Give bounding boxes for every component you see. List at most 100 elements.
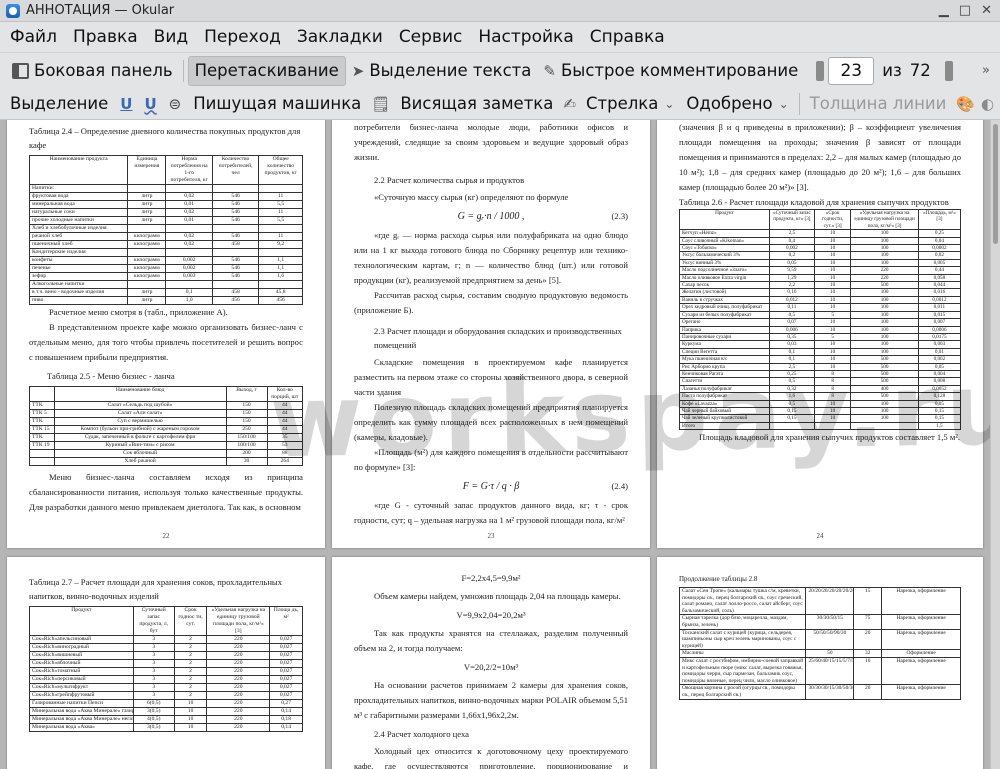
table-cell: 0,01: [165, 200, 213, 209]
table-cell: 100: [850, 295, 919, 305]
table-cell: 4(0,5): [132, 715, 175, 724]
table-cell: Рис Арборио крупа: [679, 362, 770, 371]
table-cell: 44: [266, 417, 303, 426]
table-cell: 500: [850, 362, 919, 371]
page-number: 24: [816, 532, 824, 540]
table-cell: 500: [850, 377, 919, 386]
page-number-input[interactable]: 23: [828, 56, 875, 85]
paragraph: Складские помещения в проектируемом кафе…: [354, 357, 628, 397]
table-cell: ТТК: [29, 417, 55, 426]
table-cell: ТТК 19: [29, 441, 55, 450]
menu-edit[interactable]: Правка: [65, 22, 146, 52]
opacity-icon[interactable]: ◐: [981, 95, 994, 113]
table-cell: 0,16: [768, 288, 815, 297]
table-cell: 100/100: [225, 441, 268, 450]
table-row: Хлеб ржаной 30 264: [29, 457, 303, 466]
menu-tools[interactable]: Сервис: [391, 22, 471, 52]
toolbar-overflow-icon[interactable]: »: [982, 63, 990, 78]
browse-mode-button[interactable]: Перетаскивание: [187, 55, 346, 86]
table-cell: ТТК 5: [29, 409, 55, 418]
table-cell: Кенчиковая Рагата: [679, 369, 770, 379]
menu-view[interactable]: Вид: [146, 22, 196, 52]
formula-2-4: F = G·τ / q · β (2.4): [332, 481, 650, 492]
vertical-scrollbar[interactable]: [990, 120, 1000, 769]
table-cell: 10: [813, 244, 852, 253]
table-cell: 0,027: [269, 691, 303, 700]
minimize-icon[interactable]: ▁: [939, 3, 949, 18]
underline-icon[interactable]: U: [120, 95, 132, 113]
scrollbar-thumb[interactable]: [993, 124, 998, 244]
table-cell: килограмм: [127, 240, 167, 249]
paragraph: Меню бизнес-ланча составляем исходя из п…: [29, 472, 303, 512]
paragraph: Полезную площадь складских помещений пре…: [354, 402, 628, 442]
stamp-button[interactable]: Одобрено ⌄: [680, 89, 794, 119]
maximize-icon[interactable]: □: [959, 3, 971, 18]
popup-note-button[interactable]: Висящая заметка: [394, 89, 559, 119]
menu-file[interactable]: Файл: [0, 22, 65, 52]
table-row: Панировочные сухари 0,35 5 100 0,0175: [679, 332, 962, 342]
page-24: (значения β и q приведены в приложении);…: [657, 120, 983, 548]
page-number: 23: [487, 532, 495, 540]
table-header: Продукт: [679, 208, 770, 231]
table-row: минеральная вода литр 0,01 546 5,5: [28, 200, 303, 209]
arrow-button[interactable]: Стрелка ⌄: [580, 89, 680, 119]
table-cell: 150: [225, 401, 268, 410]
squiggle-icon[interactable]: U: [144, 95, 156, 113]
table-row: Сок яблочный 200 88: [29, 449, 303, 458]
table-cell: 3: [132, 651, 175, 660]
table-cell: Чай черный байховый: [679, 406, 770, 416]
chevron-down-icon[interactable]: ⌄: [664, 97, 674, 111]
chevron-down-icon[interactable]: ⌄: [779, 97, 789, 111]
typewriter-button[interactable]: Пишущая машинка: [187, 89, 367, 119]
table-cell: Суп с вермишелью: [53, 417, 227, 426]
menu-help[interactable]: Справка: [582, 22, 673, 52]
table-row: Газированные напитки Пепси 6(0,5) 10 220 0,2…: [29, 699, 303, 708]
table-header: Количество потребителей, чел: [211, 155, 260, 185]
sidebar-button[interactable]: Боковая панель: [6, 56, 179, 86]
table-cell: 0,002: [165, 256, 213, 265]
previous-page-button[interactable]: [816, 60, 825, 81]
document-viewport[interactable]: Таблица 2.4 – Определение дневного колич…: [0, 120, 990, 769]
table-cell: 1,5: [917, 421, 962, 431]
table-cell: 456: [211, 296, 260, 305]
table-cell: 0,1: [768, 355, 815, 364]
quick-annotation-button[interactable]: ✎ Быстрое комментирование: [537, 56, 804, 86]
menu-settings[interactable]: Настройка: [470, 22, 581, 52]
highlight-button[interactable]: Выделение: [4, 89, 114, 119]
close-icon[interactable]: ✕: [981, 3, 992, 18]
table-cell: Масло подсолнечное «Злато»: [679, 266, 770, 275]
text-select-button[interactable]: ➤ Выделение текста: [346, 56, 538, 86]
table-cell: 10: [813, 281, 852, 290]
paragraph: Площадь кладовой для хранения сыпучих пр…: [699, 432, 960, 443]
table-cell: 0,11: [768, 303, 815, 312]
table-row: Сок«Rich»яблочный 3 2 220 0,027: [29, 659, 303, 668]
table-row: Чай зеленый крупнолистовой 0,15 10 100 0,15: [679, 414, 962, 423]
table-cell: [211, 224, 260, 233]
stamp-icon[interactable]: ✍: [563, 95, 576, 113]
okular-app-icon: [6, 3, 20, 18]
table-cell: 0,027: [269, 651, 303, 660]
line-width-button[interactable]: Толщина линии: [804, 89, 953, 119]
table-cell: 10: [173, 699, 208, 708]
strikeout-icon[interactable]: ⊜: [169, 95, 182, 113]
table-cell: 10: [813, 266, 852, 275]
table-header: «Суточный запас продукта, кг» [3]: [768, 208, 815, 231]
note-icon[interactable]: 🗒: [371, 95, 390, 113]
table-cell: 400: [850, 384, 919, 394]
window-controls: ▁ □ ✕: [939, 3, 992, 18]
table-cell: 546: [211, 192, 260, 201]
menu-go[interactable]: Переход: [196, 22, 289, 52]
table-cell: 546: [211, 216, 260, 225]
color-icon[interactable]: 🎨: [956, 95, 975, 113]
table-cell: 220: [850, 273, 919, 283]
table-row: Чай черный байховый 0,15 10 100 0,15: [679, 406, 962, 416]
table-row: Минеральная вода «Аква Минерале» газиров…: [29, 707, 303, 716]
table-cell: 0,01: [165, 216, 213, 225]
menu-bookmarks[interactable]: Закладки: [289, 22, 391, 52]
next-page-button[interactable]: [944, 60, 953, 81]
table-cell: зефир: [28, 272, 129, 281]
table-row: Рис Арборио крупа 2,5 10 500 0,05: [679, 362, 962, 371]
table-cell: [127, 184, 167, 193]
table-cell: 0,15: [768, 414, 815, 423]
table-cell: 10: [813, 295, 852, 305]
